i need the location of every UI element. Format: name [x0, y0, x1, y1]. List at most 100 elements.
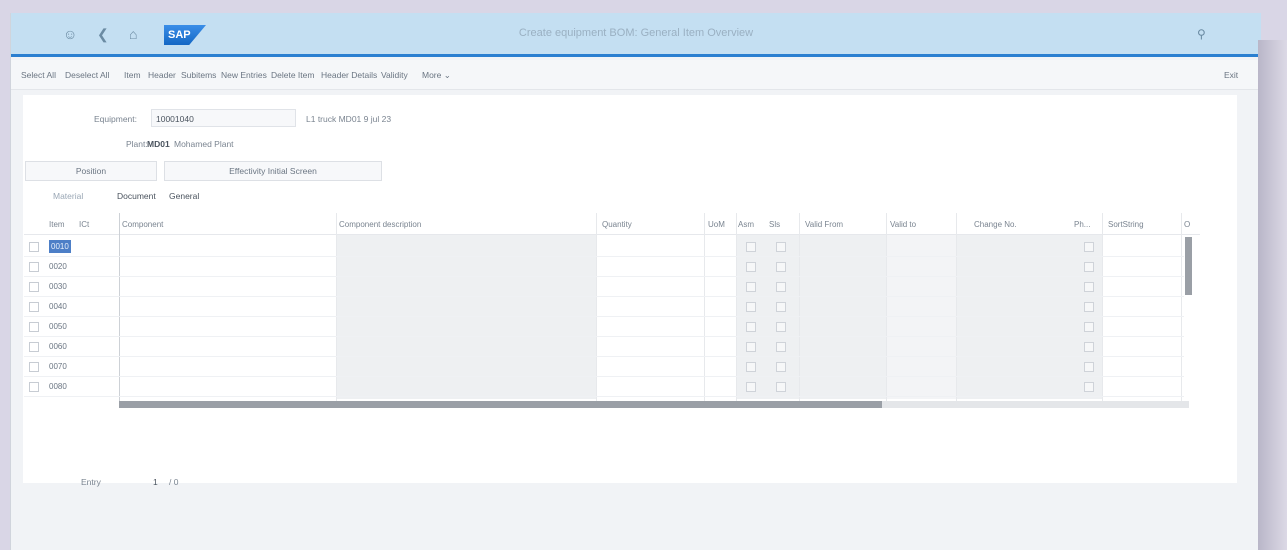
col-quantity[interactable]: Quantity: [602, 220, 632, 229]
phantom-checkbox[interactable]: [1084, 242, 1094, 252]
phantom-checkbox[interactable]: [1084, 262, 1094, 272]
row-select-checkbox[interactable]: [29, 302, 39, 312]
item-button[interactable]: Item: [124, 70, 141, 80]
item-number[interactable]: 0040: [49, 302, 67, 311]
table-row[interactable]: 0030: [24, 277, 1184, 297]
col-valid-to[interactable]: Valid to: [890, 220, 916, 229]
entry-label: Entry: [81, 477, 101, 487]
equipment-description: L1 truck MD01 9 jul 23: [306, 114, 392, 124]
sls-checkbox[interactable]: [776, 262, 786, 272]
app-window: ☺ ❮ ⌂ SAP Create equipment BOM: General …: [10, 13, 1261, 550]
asm-checkbox[interactable]: [746, 342, 756, 352]
phantom-checkbox[interactable]: [1084, 322, 1094, 332]
table-row[interactable]: 0050: [24, 317, 1184, 337]
col-valid-from[interactable]: Valid From: [805, 220, 843, 229]
position-button[interactable]: Position: [25, 161, 157, 181]
sls-checkbox[interactable]: [776, 322, 786, 332]
sls-checkbox[interactable]: [776, 382, 786, 392]
phantom-checkbox[interactable]: [1084, 382, 1094, 392]
item-number[interactable]: 0070: [49, 362, 67, 371]
bom-items-table: Item ICt Component Component description…: [24, 213, 1200, 413]
new-entries-button[interactable]: New Entries: [221, 70, 267, 80]
chevron-down-icon: ⌄: [443, 70, 451, 80]
effectivity-initial-screen-button[interactable]: Effectivity Initial Screen: [164, 161, 382, 181]
equipment-field[interactable]: 10001040: [151, 109, 296, 127]
col-item[interactable]: Item: [49, 220, 65, 229]
phantom-checkbox[interactable]: [1084, 282, 1094, 292]
table-row[interactable]: 0070: [24, 357, 1184, 377]
row-select-checkbox[interactable]: [29, 362, 39, 372]
asm-checkbox[interactable]: [746, 362, 756, 372]
col-phantom[interactable]: Ph...: [1074, 220, 1090, 229]
col-component[interactable]: Component: [122, 220, 163, 229]
row-select-checkbox[interactable]: [29, 262, 39, 272]
sls-checkbox[interactable]: [776, 302, 786, 312]
back-icon[interactable]: ❮: [97, 26, 109, 42]
table-row[interactable]: 0020: [24, 257, 1184, 277]
home-icon[interactable]: ⌂: [129, 26, 137, 42]
asm-checkbox[interactable]: [746, 282, 756, 292]
item-number[interactable]: 0020: [49, 262, 67, 271]
exit-button[interactable]: Exit: [1224, 70, 1238, 80]
col-component-description[interactable]: Component description: [339, 220, 421, 229]
plant-name: Mohamed Plant: [174, 139, 234, 149]
subitems-button[interactable]: Subitems: [181, 70, 216, 80]
col-ict[interactable]: ICt: [79, 220, 89, 229]
delete-item-button[interactable]: Delete Item: [271, 70, 314, 80]
asm-checkbox[interactable]: [746, 302, 756, 312]
validity-button[interactable]: Validity: [381, 70, 408, 80]
col-sls[interactable]: Sls: [769, 220, 780, 229]
sls-checkbox[interactable]: [776, 362, 786, 372]
entry-total: / 0: [169, 477, 179, 487]
col-change-no[interactable]: Change No.: [974, 220, 1017, 229]
shell-bar: ☺ ❮ ⌂ SAP Create equipment BOM: General …: [11, 13, 1261, 57]
header-details-button[interactable]: Header Details: [321, 70, 377, 80]
sls-checkbox[interactable]: [776, 242, 786, 252]
deselect-all-button[interactable]: Deselect All: [65, 70, 109, 80]
phantom-checkbox[interactable]: [1084, 362, 1094, 372]
select-all-button[interactable]: Select All: [21, 70, 56, 80]
item-number[interactable]: 0060: [49, 342, 67, 351]
sls-checkbox[interactable]: [776, 282, 786, 292]
table-row[interactable]: 0040: [24, 297, 1184, 317]
col-uom[interactable]: UoM: [708, 220, 725, 229]
table-row[interactable]: 0010: [24, 237, 1184, 257]
header-button[interactable]: Header: [148, 70, 176, 80]
row-select-checkbox[interactable]: [29, 322, 39, 332]
application-toolbar: Select All Deselect All Item Header Subi…: [11, 60, 1261, 90]
tab-general[interactable]: General: [169, 191, 199, 201]
asm-checkbox[interactable]: [746, 322, 756, 332]
col-sortstring[interactable]: SortString: [1108, 220, 1144, 229]
row-select-checkbox[interactable]: [29, 342, 39, 352]
asm-checkbox[interactable]: [746, 262, 756, 272]
table-header: Item ICt Component Component description…: [24, 213, 1200, 235]
phantom-checkbox[interactable]: [1084, 302, 1094, 312]
horizontal-scrollbar-thumb[interactable]: [119, 401, 882, 408]
row-select-checkbox[interactable]: [29, 242, 39, 252]
page-title: Create equipment BOM: General Item Overv…: [518, 27, 754, 39]
item-number[interactable]: 0030: [49, 282, 67, 291]
user-icon[interactable]: ☺: [63, 26, 77, 42]
tab-material[interactable]: Material: [53, 191, 83, 201]
vertical-scrollbar-thumb[interactable]: [1185, 237, 1192, 295]
phantom-checkbox[interactable]: [1084, 342, 1094, 352]
more-button[interactable]: More ⌄: [422, 70, 451, 81]
col-o[interactable]: O: [1184, 220, 1190, 229]
col-asm[interactable]: Asm: [738, 220, 754, 229]
item-number[interactable]: 0010: [49, 240, 71, 253]
table-row[interactable]: 0080: [24, 377, 1184, 397]
plant-code: MD01: [147, 139, 170, 149]
asm-checkbox[interactable]: [746, 242, 756, 252]
sap-logo[interactable]: SAP: [164, 25, 206, 45]
table-row[interactable]: 0060: [24, 337, 1184, 357]
search-icon[interactable]: ⚲: [1197, 26, 1206, 42]
item-number[interactable]: 0080: [49, 382, 67, 391]
row-select-checkbox[interactable]: [29, 282, 39, 292]
tab-document[interactable]: Document: [117, 191, 156, 201]
item-number[interactable]: 0050: [49, 322, 67, 331]
entry-current[interactable]: 1: [153, 477, 158, 487]
plant-label: Plant:: [126, 139, 148, 149]
row-select-checkbox[interactable]: [29, 382, 39, 392]
sls-checkbox[interactable]: [776, 342, 786, 352]
asm-checkbox[interactable]: [746, 382, 756, 392]
